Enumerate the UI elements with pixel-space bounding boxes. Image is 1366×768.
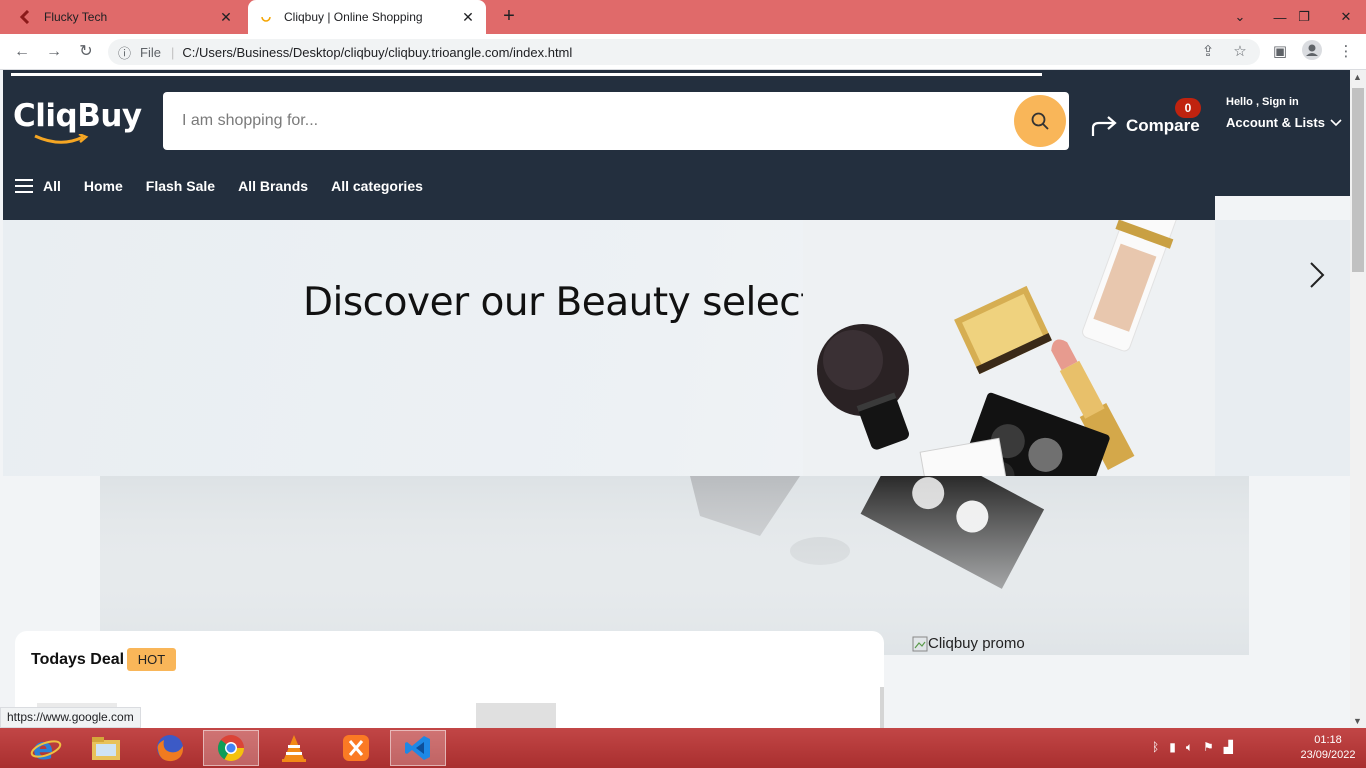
- address-bar[interactable]: ⓘ File | C:/Users/Business/Desktop/cliqb…: [108, 39, 1260, 65]
- scroll-down-arrow-icon[interactable]: ▼: [1353, 716, 1362, 726]
- clock-date: 23/09/2022: [1300, 749, 1356, 761]
- side-panel-icon[interactable]: ▣: [1268, 40, 1292, 64]
- vlc-icon[interactable]: [266, 730, 322, 766]
- nav-item-all-brands[interactable]: All Brands: [238, 178, 308, 194]
- scroll-up-arrow-icon[interactable]: ▲: [1353, 72, 1362, 82]
- deal-scrollbar[interactable]: [880, 687, 884, 728]
- logo-smile-icon: [34, 134, 89, 144]
- logo-text: CliqBuy: [13, 98, 142, 134]
- header-extension: [3, 196, 1215, 220]
- info-icon[interactable]: ⓘ: [118, 43, 140, 62]
- chrome-icon[interactable]: [203, 730, 259, 766]
- deal-title: Todays Deal: [31, 651, 125, 668]
- window-close-icon[interactable]: ✕: [1326, 0, 1366, 34]
- account-menu[interactable]: Hello , Sign in Account & Lists: [1226, 96, 1343, 130]
- cosmetics-image: [803, 220, 1215, 476]
- battery-icon[interactable]: ▮: [1169, 740, 1176, 755]
- tab-title: Flucky Tech: [44, 10, 108, 24]
- flucky-tech-favicon-icon: [18, 9, 34, 25]
- page-load-progress: [11, 73, 1042, 76]
- tab-flucky-tech[interactable]: Flucky Tech ✕: [8, 0, 244, 34]
- browser-toolbar: ← → ↻ ⓘ File | C:/Users/Business/Desktop…: [0, 34, 1366, 70]
- broken-image-icon: [912, 636, 928, 651]
- hero-banner[interactable]: Discover our Beauty selection: [3, 220, 1350, 476]
- promo-alt-text: Cliqbuy promo: [928, 635, 1025, 652]
- cosmetics-reflection-image: [100, 476, 1249, 655]
- account-lists-dropdown[interactable]: Account & Lists: [1226, 115, 1343, 130]
- banner-title: Discover our Beauty selection: [303, 280, 873, 325]
- divider: |: [170, 44, 175, 60]
- promo-image-placeholder[interactable]: Cliqbuy promo: [912, 635, 1025, 652]
- compare-label: Compare: [1126, 116, 1200, 135]
- network-signal-icon[interactable]: ▟: [1224, 740, 1233, 755]
- url-text[interactable]: C:/Users/Business/Desktop/cliqbuy/cliqbu…: [182, 45, 1260, 60]
- restore-icon[interactable]: ❐: [1284, 0, 1324, 34]
- category-nav: All Home Flash Sale All Brands All categ…: [15, 178, 446, 194]
- system-tray: ᛒ ▮ 🔈︎ ⚑ ▟: [1152, 740, 1233, 755]
- hamburger-menu-icon[interactable]: [15, 178, 33, 194]
- nav-item-flash-sale[interactable]: Flash Sale: [146, 178, 215, 194]
- bookmark-star-icon[interactable]: ☆: [1228, 40, 1252, 64]
- xampp-icon[interactable]: [328, 730, 384, 766]
- profile-avatar-icon[interactable]: [1300, 40, 1324, 64]
- compare-count-badge: 0: [1175, 98, 1201, 118]
- carousel-next-chevron-icon[interactable]: [1308, 260, 1326, 297]
- taskbar-clock[interactable]: 01:18 23/09/2022: [1296, 733, 1360, 763]
- firefox-icon[interactable]: [142, 730, 198, 766]
- page-viewport: CliqBuy Compare 0 Hello , Sig: [0, 70, 1350, 728]
- clock-time: 01:18: [1314, 734, 1342, 746]
- tab-title: Cliqbuy | Online Shopping: [284, 10, 423, 24]
- hot-badge: HOT: [127, 648, 176, 671]
- banner-lower-section: [100, 476, 1249, 655]
- search-button[interactable]: [1014, 95, 1066, 147]
- tab-close-icon[interactable]: ✕: [460, 9, 476, 26]
- file-explorer-icon[interactable]: [78, 730, 134, 766]
- forward-arrow-icon[interactable]: →: [42, 40, 66, 64]
- back-arrow-icon[interactable]: ←: [10, 40, 34, 64]
- page-scrollbar[interactable]: ▲ ▼: [1350, 70, 1366, 728]
- internet-explorer-icon[interactable]: e: [18, 730, 74, 766]
- sign-in-greeting[interactable]: Hello , Sign in: [1226, 96, 1343, 108]
- action-center-flag-icon[interactable]: ⚑: [1203, 740, 1214, 755]
- reload-icon[interactable]: ↻: [74, 40, 98, 64]
- nav-item-home[interactable]: Home: [84, 178, 123, 194]
- bluetooth-icon[interactable]: ᛒ: [1152, 740, 1159, 755]
- loading-spinner-icon: [258, 9, 274, 25]
- tab-cliqbuy[interactable]: Cliqbuy | Online Shopping ✕: [248, 0, 486, 34]
- browser-tab-strip: Flucky Tech ✕ Cliqbuy | Online Shopping …: [0, 0, 1366, 34]
- scrollbar-thumb[interactable]: [1352, 88, 1364, 272]
- cliqbuy-logo[interactable]: CliqBuy: [13, 98, 142, 144]
- search-icon: [1031, 112, 1049, 130]
- link-hover-status: https://www.google.com: [0, 707, 141, 728]
- scheme-label: File: [140, 44, 161, 60]
- volume-icon[interactable]: 🔈︎: [1186, 740, 1193, 755]
- tab-close-icon[interactable]: ✕: [218, 9, 234, 26]
- new-tab-plus-icon[interactable]: +: [498, 6, 520, 28]
- search-input[interactable]: [163, 92, 1003, 150]
- windows-taskbar: e ᛒ ▮ 🔈︎ ⚑ ▟ 01:18 23/09/2022: [0, 728, 1366, 768]
- share-icon[interactable]: ⇪: [1196, 40, 1220, 64]
- chevron-down-icon: [1330, 118, 1342, 126]
- account-lists-label: Account & Lists: [1226, 115, 1325, 130]
- nav-item-all-categories[interactable]: All categories: [331, 178, 423, 194]
- vscode-icon[interactable]: [390, 730, 446, 766]
- deal-product-thumbnail[interactable]: [476, 703, 556, 728]
- search-box: [163, 92, 1069, 150]
- share-arrow-icon: [1091, 116, 1117, 136]
- nav-item-all[interactable]: All: [43, 178, 61, 194]
- menu-kebab-icon[interactable]: ⋮: [1334, 40, 1358, 64]
- tab-search-chevron-icon[interactable]: ⌄: [1220, 0, 1260, 34]
- todays-deal-panel: Todays Deal HOT: [15, 631, 884, 728]
- site-header: CliqBuy Compare 0 Hello , Sig: [3, 70, 1350, 196]
